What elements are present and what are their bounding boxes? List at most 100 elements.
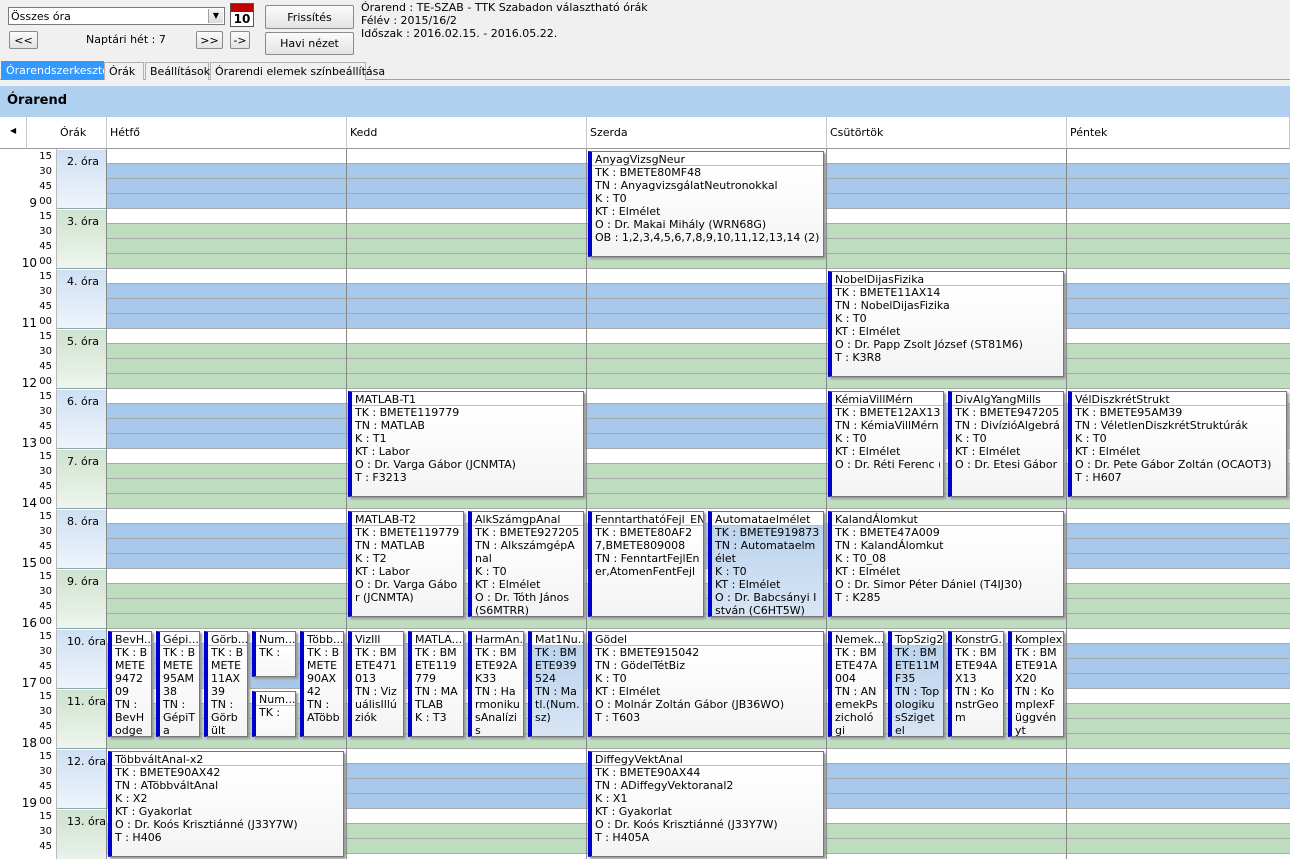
timeslot-cell[interactable] <box>587 329 827 344</box>
timeslot-cell[interactable] <box>1067 749 1290 764</box>
event-card[interactable]: Gépi... TK : BMETE95AM38 TN : GépiTa <box>156 631 200 737</box>
event-card[interactable]: Görb... TK : BMETE11AX39 TN : Görbült <box>204 631 248 737</box>
next-week-button[interactable]: >> <box>196 31 223 49</box>
timeslot-cell[interactable] <box>347 794 587 809</box>
timeslot-cell[interactable] <box>1067 719 1290 734</box>
event-card[interactable]: NobelDijasFizika TK : BMETE11AX14 TN : Nob… <box>828 271 1064 377</box>
timeslot-cell[interactable] <box>1067 359 1290 374</box>
timeslot-cell[interactable] <box>347 344 587 359</box>
timeslot-cell[interactable] <box>827 749 1067 764</box>
event-card[interactable]: Num... TK : <box>252 631 296 677</box>
timeslot-cell[interactable] <box>347 179 587 194</box>
timeslot-cell[interactable] <box>107 194 347 209</box>
goto-button[interactable]: -> <box>230 31 250 49</box>
day-header-tuesday[interactable]: Kedd <box>347 117 587 149</box>
timeslot-cell[interactable] <box>107 179 347 194</box>
timeslot-cell[interactable] <box>107 584 347 599</box>
timeslot-cell[interactable] <box>827 824 1067 839</box>
timeslot-cell[interactable] <box>107 464 347 479</box>
timeslot-cell[interactable] <box>1067 704 1290 719</box>
tab-classes[interactable]: Órák <box>104 62 144 80</box>
timeslot-cell[interactable] <box>1067 689 1290 704</box>
timeslot-cell[interactable] <box>587 479 827 494</box>
timeslot-cell[interactable] <box>107 284 347 299</box>
timeslot-cell[interactable] <box>587 389 827 404</box>
timeslot-cell[interactable] <box>347 749 587 764</box>
event-card[interactable]: KalandÁlomkut TK : BMETE47A009 TN : Kaland… <box>828 511 1064 617</box>
timeslot-cell[interactable] <box>347 359 587 374</box>
timeslot-cell[interactable] <box>1067 629 1290 644</box>
tab-color-settings[interactable]: Órarendi elemek színbeállítása <box>210 62 385 80</box>
timeslot-cell[interactable] <box>827 164 1067 179</box>
timeslot-cell[interactable] <box>107 524 347 539</box>
timeslot-cell[interactable] <box>107 479 347 494</box>
timeslot-cell[interactable] <box>1067 554 1290 569</box>
timeslot-cell[interactable] <box>1067 509 1290 524</box>
timeslot-cell[interactable] <box>827 194 1067 209</box>
timeslot-cell[interactable] <box>1067 584 1290 599</box>
timeslot-cell[interactable] <box>1067 269 1290 284</box>
timeslot-cell[interactable] <box>107 374 347 389</box>
day-header-wednesday[interactable]: Szerda <box>587 117 827 149</box>
timeslot-cell[interactable] <box>587 449 827 464</box>
timeslot-cell[interactable] <box>1067 809 1290 824</box>
timeslot-cell[interactable] <box>587 344 827 359</box>
timeslot-cell[interactable] <box>347 284 587 299</box>
timeslot-cell[interactable] <box>107 254 347 269</box>
timeslot-cell[interactable] <box>587 494 827 509</box>
event-card[interactable]: Gödel TK : BMETE915042 TN : GödelTétBiz K :… <box>588 631 824 737</box>
timeslot-cell[interactable] <box>587 314 827 329</box>
timeslot-cell[interactable] <box>107 299 347 314</box>
timeslot-cell[interactable] <box>107 419 347 434</box>
timeslot-cell[interactable] <box>107 569 347 584</box>
timeslot-cell[interactable] <box>347 299 587 314</box>
timeslot-cell[interactable] <box>587 374 827 389</box>
timeslot-cell[interactable] <box>107 539 347 554</box>
timeslot-cell[interactable] <box>1067 284 1290 299</box>
timeslot-cell[interactable] <box>1067 734 1290 749</box>
timeslot-cell[interactable] <box>1067 524 1290 539</box>
timeslot-cell[interactable] <box>107 614 347 629</box>
timeslot-cell[interactable] <box>1067 179 1290 194</box>
timeslot-cell[interactable] <box>347 194 587 209</box>
timeslot-cell[interactable] <box>347 239 587 254</box>
timeslot-cell[interactable] <box>1067 779 1290 794</box>
timeslot-cell[interactable] <box>347 329 587 344</box>
event-card[interactable]: MATLA... TK : BMETE119779 TN : MATLAB K : T… <box>408 631 464 737</box>
timeslot-cell[interactable] <box>587 434 827 449</box>
timeslot-cell[interactable] <box>1067 674 1290 689</box>
refresh-button[interactable]: Frissítés <box>265 5 354 29</box>
event-card[interactable]: VizIll TK : BMETE471013 TN : VizuálisIllúz… <box>348 631 404 737</box>
event-card[interactable]: Komplex...TK : BMETE91AX20TN : KomplexFü… <box>1008 631 1064 737</box>
timeslot-cell[interactable] <box>107 314 347 329</box>
event-card[interactable]: FenntarthatóFejl_EN TK : BMETE80AF27,BMET… <box>588 511 704 617</box>
timeslot-cell[interactable] <box>1067 764 1290 779</box>
calendar-icon[interactable]: 10 <box>230 3 254 27</box>
timeslot-cell[interactable] <box>1067 314 1290 329</box>
timeslot-cell[interactable] <box>1067 374 1290 389</box>
timeslot-cell[interactable] <box>827 764 1067 779</box>
event-card[interactable]: TöbbváltAnal-x2 TK : BMETE90AX42 TN : ATöb… <box>108 751 344 857</box>
timeslot-cell[interactable] <box>1067 644 1290 659</box>
timeslot-cell[interactable] <box>587 299 827 314</box>
timeslot-cell[interactable] <box>347 149 587 164</box>
timeslot-cell[interactable] <box>107 329 347 344</box>
timeslot-cell[interactable] <box>107 434 347 449</box>
timeslot-cell[interactable] <box>827 209 1067 224</box>
timeslot-cell[interactable] <box>827 149 1067 164</box>
timeslot-cell[interactable] <box>107 164 347 179</box>
timeslot-cell[interactable] <box>347 764 587 779</box>
timeslot-cell[interactable] <box>347 779 587 794</box>
timeslot-cell[interactable] <box>1067 569 1290 584</box>
chevron-down-icon[interactable]: ▼ <box>208 9 223 23</box>
timeslot-cell[interactable] <box>587 269 827 284</box>
timeslot-cell[interactable] <box>587 464 827 479</box>
timeslot-cell[interactable] <box>107 404 347 419</box>
event-card[interactable]: KonstrG...TK : BMETE94AX13TN : KonstrGeo… <box>948 631 1004 737</box>
timeslot-cell[interactable] <box>1067 659 1290 674</box>
event-card[interactable]: MATLAB-T2 TK : BMETE119779 TN : MATLAB K : … <box>348 511 464 617</box>
timeslot-cell[interactable] <box>1067 194 1290 209</box>
timeslot-cell[interactable] <box>347 269 587 284</box>
month-view-button[interactable]: Havi nézet <box>265 32 354 55</box>
timeslot-cell[interactable] <box>347 839 587 854</box>
